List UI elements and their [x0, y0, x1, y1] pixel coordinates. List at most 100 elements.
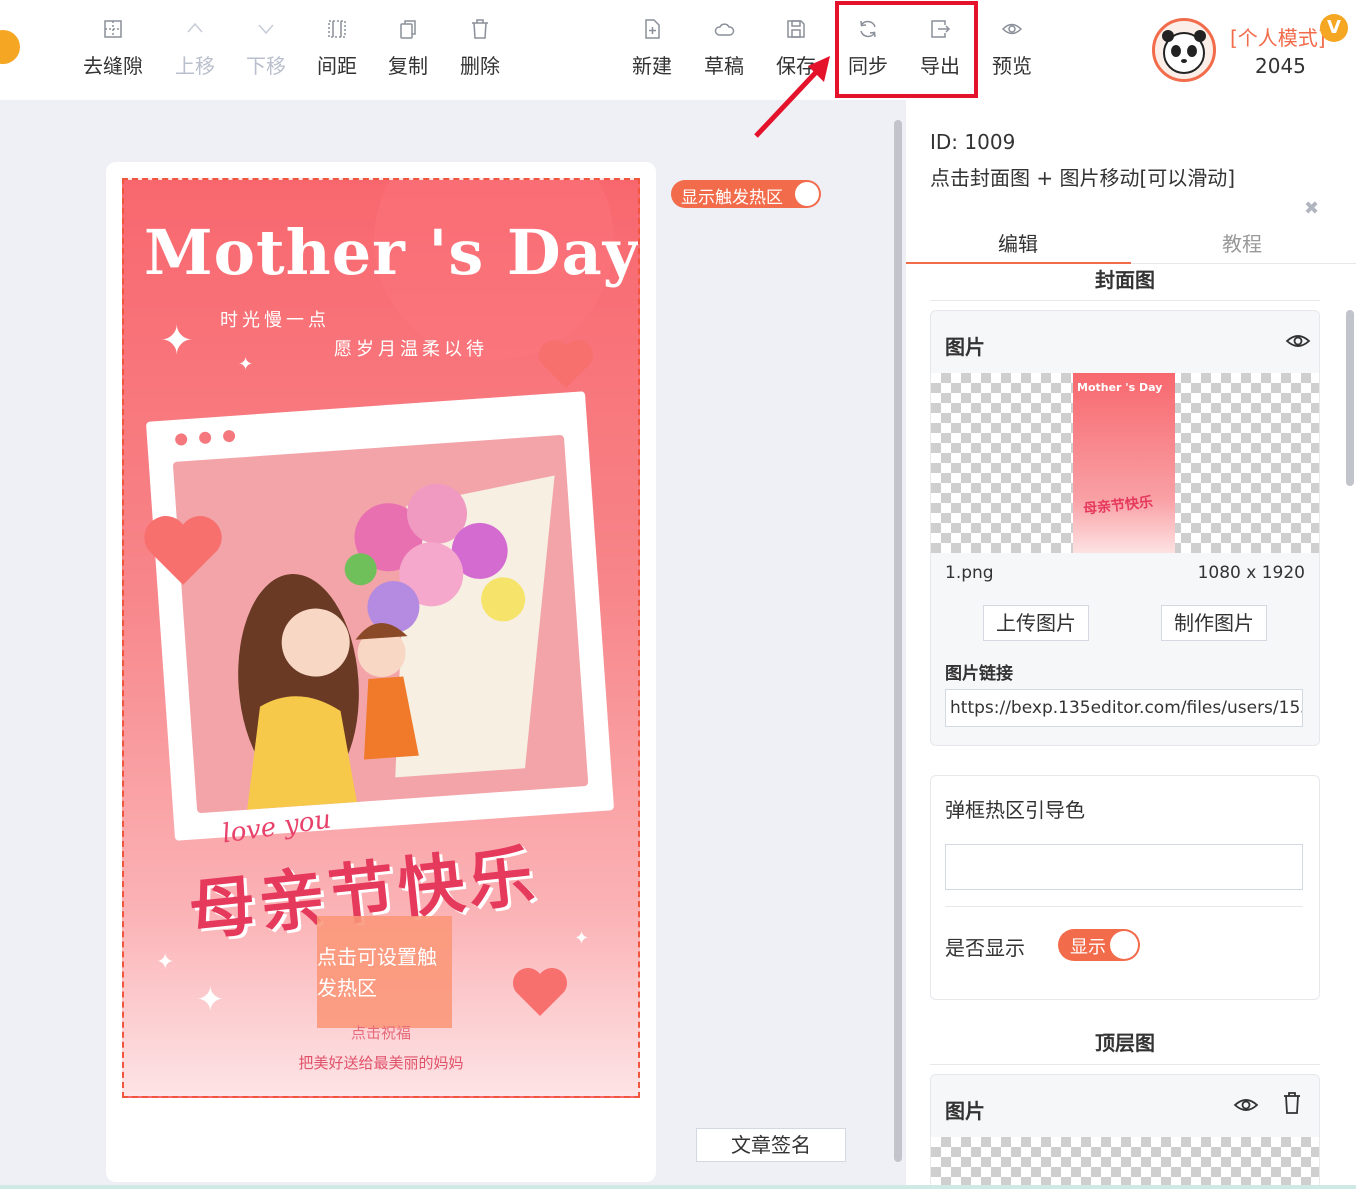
cover-image-label: 图片 — [945, 335, 985, 359]
eye-icon[interactable] — [1285, 331, 1311, 351]
show-label: 是否显示 — [945, 936, 1025, 960]
poster-subtitle-2: 愿岁月温柔以待 — [334, 339, 488, 360]
move-down-button[interactable]: 下移 — [231, 18, 301, 79]
avatar[interactable] — [1152, 18, 1216, 82]
draft-label: 草稿 — [704, 54, 744, 78]
template-id: ID: 1009 — [930, 130, 1016, 154]
file-name: 1.png — [945, 563, 994, 583]
bless-text-2: 把美好送给最美丽的妈妈 — [298, 1054, 464, 1072]
photo-area — [172, 434, 589, 814]
preview-label: 预览 — [992, 54, 1032, 78]
remove-gap-label: 去缝隙 — [83, 54, 143, 78]
canvas-scrollbar[interactable] — [893, 106, 903, 1184]
hot-zone-button[interactable]: 点击可设置触发热区 — [317, 916, 452, 1028]
thumb-title: Mother 's Day — [1077, 381, 1163, 394]
toggle-knob — [795, 182, 819, 206]
poster-subtitle-1: 时光慢一点 — [220, 310, 330, 331]
divider — [930, 300, 1320, 301]
top-layer-image-label: 图片 — [945, 1099, 985, 1123]
new-file-icon — [641, 18, 663, 42]
cover-thumbnail-area: Mother 's Day 母亲节快乐 — [931, 373, 1319, 553]
article-signature-button[interactable]: 文章签名 — [696, 1128, 846, 1162]
thumb-cn-title: 母亲节快乐 — [1082, 494, 1154, 518]
template-description: 点击封面图 + 图片移动[可以滑动] — [930, 166, 1236, 190]
frame-dot — [174, 433, 188, 446]
panel-scroll-thumb[interactable] — [1346, 310, 1354, 486]
right-panel: ID: 1009 点击封面图 + 图片移动[可以滑动] ✖ 编辑 教程 封面图 … — [906, 100, 1356, 1189]
divider — [945, 906, 1303, 907]
show-hotzone-label: 显示触发热区 — [681, 188, 783, 208]
spacing-label: 间距 — [317, 54, 357, 78]
make-image-button[interactable]: 制作图片 — [1161, 605, 1267, 641]
highlight-box — [835, 1, 978, 98]
show-toggle-label: 显示 — [1070, 937, 1106, 958]
poster-image[interactable]: Mother 's Day 时光慢一点 愿岁月温柔以待 ✦ ✦ love you… — [122, 178, 640, 1098]
poster-title: Mother 's Day — [144, 216, 640, 289]
bless-text-1: 点击祝福 — [350, 1024, 411, 1042]
heart-icon — [144, 516, 222, 585]
app-logo-icon[interactable] — [0, 30, 20, 64]
sparkle-icon: ✦ — [196, 980, 225, 1020]
show-hotzone-toggle[interactable]: 显示触发热区 — [671, 180, 821, 208]
grid-gap-icon — [102, 18, 124, 42]
move-up-label: 上移 — [175, 54, 215, 78]
bottom-border — [0, 1185, 1356, 1189]
chevron-down-icon — [255, 18, 277, 42]
top-toolbar: 去缝隙 上移 下移 间距 复制 删除 新建 草稿 保存 同步 导出 预览 [个人… — [0, 0, 1356, 138]
copy-icon — [397, 18, 419, 42]
preview-button[interactable]: 预览 — [977, 18, 1047, 79]
image-link-label: 图片链接 — [945, 664, 1013, 684]
panda-icon — [1162, 30, 1206, 74]
sparkle-icon: ✦ — [160, 318, 194, 364]
panel-tabs: 编辑 教程 — [906, 218, 1356, 264]
copy-button[interactable]: 复制 — [373, 18, 443, 79]
guide-color-input[interactable] — [945, 844, 1303, 890]
eye-icon[interactable] — [1233, 1095, 1259, 1115]
cover-section-title: 封面图 — [1095, 268, 1155, 292]
tab-edit[interactable]: 编辑 — [998, 228, 1038, 257]
sparkle-icon: ✦ — [238, 354, 254, 375]
chevron-up-icon — [184, 18, 206, 42]
frame-dot — [222, 429, 236, 443]
file-dimensions: 1080 x 1920 — [1197, 563, 1305, 583]
image-link-input[interactable]: https://bexp.135editor.com/files/users/1… — [945, 689, 1303, 727]
save-icon — [785, 18, 807, 42]
draft-button[interactable]: 草稿 — [689, 18, 759, 79]
show-toggle[interactable]: 显示 — [1058, 929, 1140, 961]
cloud-icon — [713, 18, 735, 42]
user-id: 2045 — [1255, 54, 1306, 78]
toggle-knob — [1110, 931, 1138, 959]
trash-icon — [469, 18, 491, 42]
remove-gap-button[interactable]: 去缝隙 — [78, 18, 148, 79]
new-label: 新建 — [632, 54, 672, 78]
upload-image-button[interactable]: 上传图片 — [983, 605, 1089, 641]
user-mode-label[interactable]: [个人模式] — [1230, 22, 1326, 51]
copy-label: 复制 — [388, 54, 428, 78]
divider — [930, 1064, 1320, 1065]
sparkle-icon: ✦ — [574, 928, 590, 949]
trash-icon[interactable] — [1281, 1091, 1303, 1115]
popup-settings-card: 弹框热区引导色 是否显示 显示 — [930, 775, 1320, 1000]
tools-icon[interactable]: ✖ — [1304, 198, 1324, 219]
heart-icon — [539, 340, 593, 388]
canvas-scroll-thumb[interactable] — [894, 120, 902, 1162]
top-layer-image-card: 图片 — [930, 1074, 1320, 1189]
heart-icon — [513, 968, 567, 1016]
delete-button[interactable]: 删除 — [445, 18, 515, 79]
move-down-label: 下移 — [246, 54, 286, 78]
sparkle-icon: ✦ — [156, 950, 175, 975]
top-layer-thumbnail-area — [931, 1137, 1319, 1189]
new-button[interactable]: 新建 — [617, 18, 687, 79]
spacing-icon — [326, 18, 348, 42]
cover-thumbnail: Mother 's Day 母亲节快乐 — [1073, 373, 1175, 553]
tab-tutorial[interactable]: 教程 — [1222, 228, 1262, 257]
red-arrow-icon — [754, 56, 830, 138]
move-up-button[interactable]: 上移 — [160, 18, 230, 79]
mother-daughter-illustration — [238, 475, 555, 810]
frame-dot — [198, 431, 212, 445]
photo-frame — [145, 391, 615, 841]
spacing-button[interactable]: 间距 — [302, 18, 372, 79]
delete-label: 删除 — [460, 54, 500, 78]
vip-badge: V — [1320, 14, 1348, 42]
panel-scrollbar[interactable] — [1343, 266, 1356, 1184]
